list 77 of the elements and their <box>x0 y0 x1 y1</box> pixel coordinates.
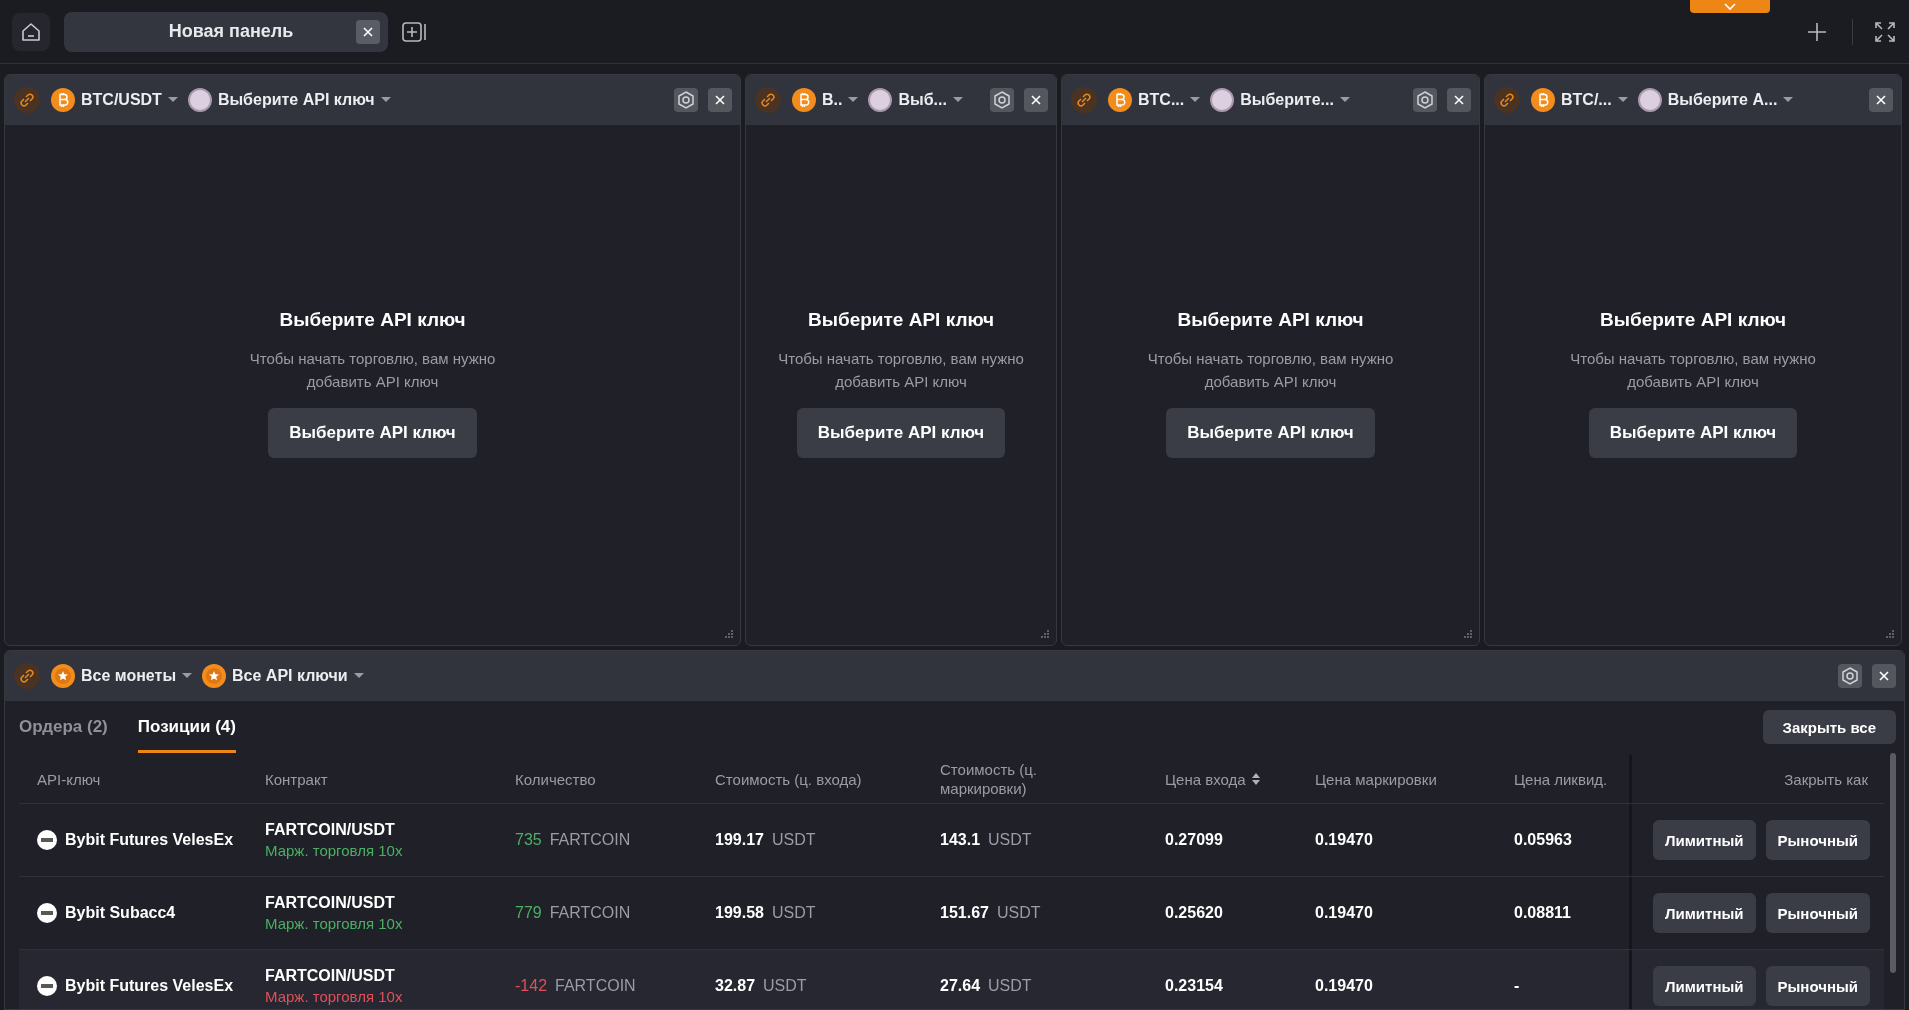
quantity-value: 779 <box>515 904 542 922</box>
cost-value: 199.17 <box>715 831 764 849</box>
cost-unit: USDT <box>763 977 807 995</box>
api-key-dropdown[interactable]: Выберите API ключ <box>187 88 391 112</box>
margin-mode-label: Марж. торговля 10x <box>265 915 403 932</box>
cost-unit: USDT <box>988 831 1032 849</box>
coins-filter-dropdown[interactable]: Все монеты <box>51 664 193 688</box>
margin-mode-label: Марж. торговля 10x <box>265 988 403 1005</box>
pair-dropdown[interactable]: B.. <box>792 88 859 112</box>
positions-tab[interactable]: Ордера (2) <box>19 701 108 753</box>
column-header: API-ключ <box>37 769 101 789</box>
column-header: Стоимость (ц. входа) <box>715 769 862 789</box>
api-filter-dropdown[interactable]: Все API ключи <box>202 664 364 688</box>
close-position-button[interactable]: Рыночный <box>1765 820 1870 860</box>
close-position-button[interactable]: Лимитный <box>1653 893 1756 933</box>
quantity-unit: FARTCOIN <box>555 977 636 995</box>
empty-state-title: Выберите API ключ <box>279 309 466 331</box>
contract-name: FARTCOIN/USDT <box>265 967 395 985</box>
cost-value: 32.87 <box>715 977 756 995</box>
close-position-button[interactable]: Лимитный <box>1653 966 1756 1006</box>
cost-unit: USDT <box>771 904 816 922</box>
cost-value: 199.58 <box>715 904 764 922</box>
empty-state-text: Чтобы начать торговлю, вам нужно добавить API ключ <box>248 349 497 392</box>
quantity-value: 735 <box>515 831 542 849</box>
contract-name: FARTCOIN/USDT <box>265 894 395 912</box>
api-key-name: Bybit Subacc4 <box>65 904 176 922</box>
api-key-name: Bybit Futures VelesEx <box>65 977 234 995</box>
close-position-button[interactable]: Рыночный <box>1765 893 1870 933</box>
empty-state-text: Чтобы начать торговлю, вам нужно добавить API ключ <box>777 349 1025 392</box>
select-api-key-button[interactable]: Выберите API ключ <box>796 408 1006 458</box>
table-cell: 0.19470 <box>1315 977 1373 995</box>
select-api-key-button[interactable]: Выберите API ключ <box>1588 408 1798 458</box>
empty-state-title: Выберите API ключ <box>1177 309 1364 331</box>
api-key-dropdown[interactable]: Выб... <box>868 88 963 112</box>
table-cell: 0.23154 <box>1165 977 1223 995</box>
cost-value: 143.1 <box>940 831 981 849</box>
select-api-key-button[interactable]: Выберите API ключ <box>1166 408 1375 458</box>
quantity-value: -142 <box>515 977 548 995</box>
table-cell: 0.25620 <box>1165 904 1223 922</box>
quantity-unit: FARTCOIN <box>549 904 631 922</box>
table-cell: 0.19470 <box>1315 831 1373 849</box>
cost-unit: USDT <box>988 977 1032 995</box>
column-header: Количество <box>515 769 596 789</box>
pair-dropdown[interactable]: BTC/USDT <box>51 88 178 112</box>
cost-unit: USDT <box>771 831 816 849</box>
close-position-button[interactable]: Лимитный <box>1653 820 1756 860</box>
api-key-dropdown[interactable]: Выберите... <box>1210 88 1350 112</box>
api-key-dropdown[interactable]: Выберите A... <box>1637 88 1794 112</box>
cost-value: 27.64 <box>940 977 981 995</box>
pair-dropdown[interactable]: BTC... <box>1108 88 1201 112</box>
cost-value: 151.67 <box>940 904 989 922</box>
column-header: Закрыть как <box>1784 769 1868 789</box>
pair-dropdown[interactable]: BTC/... <box>1531 88 1628 112</box>
table-cell: 0.19470 <box>1315 904 1373 922</box>
api-key-name: Bybit Futures VelesEx <box>65 831 234 849</box>
table-cell: 0.27099 <box>1165 831 1223 849</box>
empty-state-text: Чтобы начать торговлю, вам нужно добавить API ключ <box>1569 349 1817 392</box>
quantity-unit: FARTCOIN <box>549 831 631 849</box>
positions-tab[interactable]: Позиции (4) <box>137 701 236 753</box>
column-header: Стоимость (ц. маркировки) <box>940 760 1039 798</box>
empty-state-title: Выберите API ключ <box>1600 309 1786 331</box>
empty-state-text: Чтобы начать торговлю, вам нужно добавить API ключ <box>1146 349 1395 392</box>
column-header: Контракт <box>265 769 328 789</box>
column-header[interactable]: Цена входа <box>1165 769 1260 789</box>
column-header: Цена маркировки <box>1315 769 1437 789</box>
dashboard-tab[interactable]: Новая панель <box>64 11 388 52</box>
close-position-button[interactable]: Рыночный <box>1765 966 1870 1006</box>
empty-state-title: Выберите API ключ <box>808 309 994 331</box>
table-cell: 0.08811 <box>1514 904 1571 922</box>
select-api-key-button[interactable]: Выберите API ключ <box>268 408 477 458</box>
cost-unit: USDT <box>996 904 1041 922</box>
table-cell: - <box>1514 977 1520 995</box>
table-cell: 0.05963 <box>1514 831 1572 849</box>
contract-name: FARTCOIN/USDT <box>265 821 395 839</box>
margin-mode-label: Марж. торговля 10x <box>265 842 403 859</box>
column-header: Цена ликвид. <box>1514 769 1608 789</box>
close-all-button[interactable]: Закрыть все <box>1762 710 1896 744</box>
